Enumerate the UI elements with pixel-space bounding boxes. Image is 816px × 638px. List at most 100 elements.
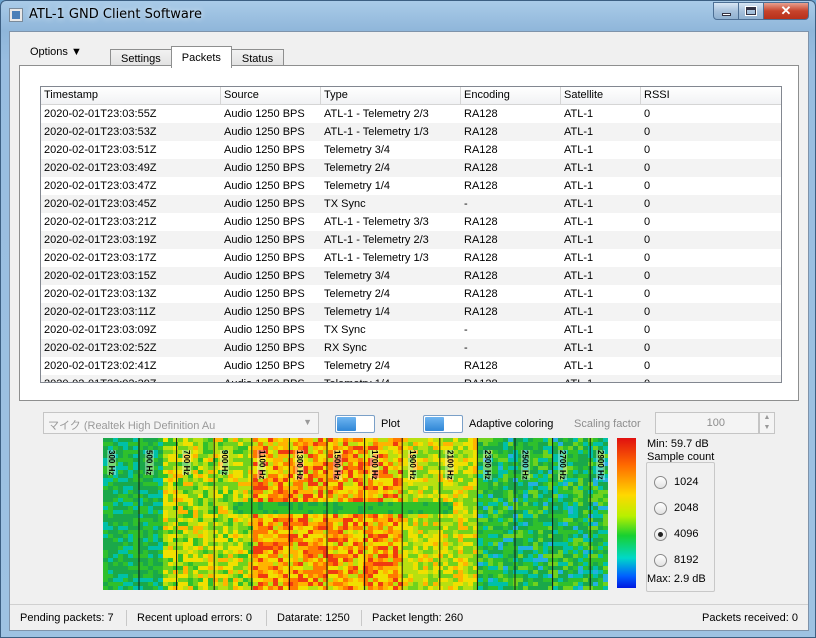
heatmap-cell — [428, 450, 433, 454]
audio-device-select[interactable]: マイク (Realtek High Definition Au ▼ — [43, 412, 319, 434]
heatmap-cell — [263, 522, 268, 526]
heatmap-cell — [203, 506, 208, 510]
table-row[interactable]: 2020-02-01T23:03:51Z Audio 1250 BPS Teleme… — [41, 141, 781, 159]
heatmap-cell — [358, 538, 363, 542]
table-row[interactable]: 2020-02-01T23:02:39ZAudio 1250 BPSTeleme… — [41, 375, 781, 382]
heatmap-cell — [263, 542, 268, 546]
heatmap-cell — [118, 482, 123, 486]
cell-satellite: ATL-1 — [564, 144, 594, 156]
table-row[interactable]: 2020-02-01T23:03:11Z Audio 1250 BPS Teleme… — [41, 303, 781, 321]
heatmap-cell — [358, 458, 363, 462]
heatmap-cell — [463, 558, 468, 562]
heatmap-cell — [568, 570, 573, 574]
column-header-satellite[interactable]: Satellite — [561, 87, 641, 105]
heatmap-cell — [203, 578, 208, 582]
heatmap-cell — [478, 578, 483, 582]
heatmap-cell — [403, 510, 408, 514]
heatmap-cell — [483, 522, 488, 526]
column-header-rssi[interactable]: RSSI — [641, 87, 781, 105]
heatmap-cell — [188, 502, 193, 506]
tab-packets[interactable]: Packets — [170, 46, 232, 68]
sample-count-option-2048[interactable]: 2048 — [654, 499, 698, 517]
heatmap-cell — [288, 586, 293, 590]
table-row[interactable]: 2020-02-01T23:02:41Z Audio 1250 BPS Teleme… — [41, 357, 781, 375]
plot-toggle[interactable] — [335, 415, 375, 433]
heatmap-cell — [343, 514, 348, 518]
sample-count-option-4096[interactable]: 4096 — [654, 525, 698, 543]
heatmap-cell — [108, 478, 113, 482]
options-menu[interactable]: Options ▼ — [30, 46, 82, 58]
column-header-encoding[interactable]: Encoding — [461, 87, 561, 105]
column-header-source[interactable]: Source — [221, 87, 321, 105]
heatmap-cell — [123, 582, 128, 586]
heatmap-cell — [293, 582, 298, 586]
packet-length-status: Packet length: 260 — [372, 612, 464, 624]
table-row[interactable]: 2020-02-01T23:03:55Z Audio 1250 BPS ATL-1 … — [41, 105, 781, 123]
table-row[interactable]: 2020-02-01T23:03:47Z Audio 1250 BPS Teleme… — [41, 177, 781, 195]
cell-timestamp: 2020-02-01T23:03:11Z — [44, 306, 156, 318]
table-row[interactable]: 2020-02-01T23:03:09Z Audio 1250 BPS TX Syn… — [41, 321, 781, 339]
minimize-button[interactable] — [713, 2, 739, 20]
heatmap-cell — [478, 502, 483, 506]
heatmap-cell — [348, 542, 353, 546]
heatmap-cell — [258, 566, 263, 570]
table-row[interactable]: 2020-02-01T23:03:53Z Audio 1250 BPS ATL-1 … — [41, 123, 781, 141]
heatmap-cell — [538, 462, 543, 466]
close-button[interactable]: ✕ — [764, 2, 809, 20]
heatmap-cell — [483, 506, 488, 510]
heatmap-cell — [103, 494, 108, 498]
heatmap-cell — [293, 530, 298, 534]
heatmap-cell — [343, 570, 348, 574]
cell-timestamp: 2020-02-01T23:03:49Z — [44, 162, 157, 174]
heatmap-cell — [343, 538, 348, 542]
heatmap-cell — [198, 466, 203, 470]
heatmap-cell — [198, 510, 203, 514]
adaptive-coloring-toggle[interactable] — [423, 415, 463, 433]
scaling-factor-input[interactable]: 100 — [655, 412, 759, 434]
sample-count-option-1024[interactable]: 1024 — [654, 473, 698, 491]
table-row[interactable]: 2020-02-01T23:03:17Z Audio 1250 BPS ATL-1 … — [41, 249, 781, 267]
table-row[interactable]: 2020-02-01T23:03:19Z Audio 1250 BPS ATL-1 … — [41, 231, 781, 249]
heatmap-cell — [578, 450, 583, 454]
table-row[interactable]: 2020-02-01T23:03:13Z Audio 1250 BPS Teleme… — [41, 285, 781, 303]
heatmap-cell — [408, 494, 413, 498]
heatmap-cell — [508, 466, 513, 470]
table-row[interactable]: 2020-02-01T23:03:15Z Audio 1250 BPS Teleme… — [41, 267, 781, 285]
heatmap-cell — [593, 586, 598, 590]
heatmap-cell — [428, 554, 433, 558]
spin-down-icon[interactable]: ▼ — [760, 423, 774, 433]
heatmap-cell — [193, 578, 198, 582]
heatmap-cell — [283, 558, 288, 562]
column-header-type[interactable]: Type — [321, 87, 461, 105]
heatmap-cell — [303, 514, 308, 518]
heatmap-cell — [318, 486, 323, 490]
table-row[interactable]: 2020-02-01T23:02:52Z Audio 1250 BPS RX Syn… — [41, 339, 781, 357]
packets-table[interactable]: Timestamp Source Type Encoding Satellite… — [40, 86, 782, 383]
scaling-factor-spinner[interactable]: ▲ ▼ — [759, 412, 775, 434]
heatmap-cell — [228, 486, 233, 490]
heatmap-cell — [343, 522, 348, 526]
heatmap-cell — [583, 562, 588, 566]
table-row[interactable]: 2020-02-01T23:03:21Z Audio 1250 BPS ATL-1 … — [41, 213, 781, 231]
heatmap-cell — [418, 458, 423, 462]
heatmap-cell — [568, 502, 573, 506]
heatmap-cell — [263, 574, 268, 578]
heatmap-cell — [408, 486, 413, 490]
sample-count-option-8192[interactable]: 8192 — [654, 551, 698, 569]
table-row[interactable]: 2020-02-01T23:03:49Z Audio 1250 BPS Teleme… — [41, 159, 781, 177]
column-header-timestamp[interactable]: Timestamp — [41, 87, 221, 105]
heatmap-cell — [383, 518, 388, 522]
heatmap-cell — [388, 482, 393, 486]
title-bar[interactable]: ATL-1 GND Client Software ✕ — [1, 1, 815, 29]
heatmap-cell — [578, 442, 583, 446]
heatmap-cell — [273, 526, 278, 530]
heatmap-cell — [278, 514, 283, 518]
heatmap-cell — [408, 522, 413, 526]
maximize-button[interactable] — [739, 2, 764, 20]
table-row[interactable]: 2020-02-01T23:03:45Z Audio 1250 BPS TX Syn… — [41, 195, 781, 213]
heatmap-cell — [243, 518, 248, 522]
spin-up-icon[interactable]: ▲ — [760, 413, 774, 423]
heatmap-cell — [598, 518, 603, 522]
heatmap-cell — [498, 542, 503, 546]
cell-timestamp: 2020-02-01T23:03:53Z — [44, 126, 157, 138]
